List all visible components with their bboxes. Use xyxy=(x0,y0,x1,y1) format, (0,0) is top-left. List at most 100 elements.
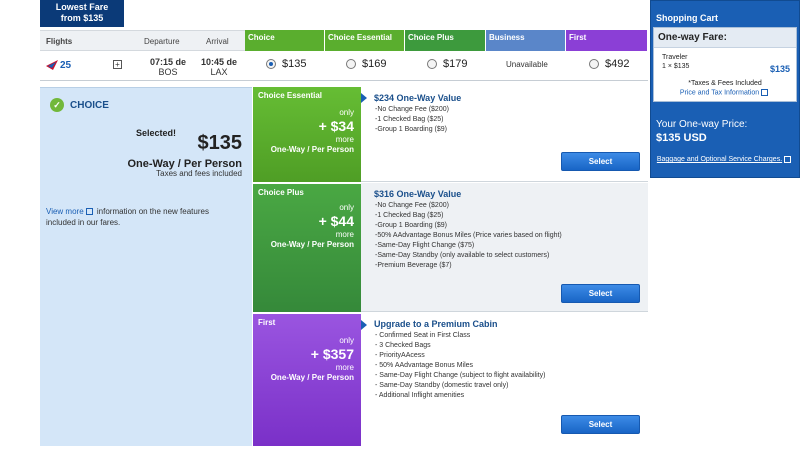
fare-price: $169 xyxy=(362,58,387,70)
offer-benefit: - 3 Checked Bags xyxy=(375,342,431,349)
offer-benefit: -1 Checked Bag ($25) xyxy=(375,116,444,123)
cart-summary: One-way Fare: Traveler 1 × $135 $135 *Ta… xyxy=(653,27,797,102)
departure-time: 07:15 de xyxy=(149,57,187,67)
check-icon: ✓ xyxy=(50,98,64,112)
cart-fare-heading: One-way Fare: xyxy=(654,28,796,48)
fare-column-choice-essential: Choice Essential xyxy=(325,30,405,51)
offer-benefit: -Premium Beverage ($7) xyxy=(375,262,452,269)
offer-benefit: - Additional Inflight amenities xyxy=(375,392,465,399)
select-first-button[interactable]: Select xyxy=(561,415,640,434)
offer-benefit: -Group 1 Boarding ($9) xyxy=(375,222,447,229)
lowest-fare-price: from $135 xyxy=(60,13,104,23)
offer-benefit: -Same-Day Standby (only available to sel… xyxy=(375,252,550,259)
cart-total: $135 xyxy=(769,64,790,74)
offer-details-first: Upgrade to a Premium Cabin - Confirmed S… xyxy=(361,313,648,446)
fare-column-choice-plus: Choice Plus xyxy=(405,30,486,51)
offer-benefit: -No Change Fee ($200) xyxy=(375,202,449,209)
offer-amount: + $34 xyxy=(318,118,354,134)
fare-price: $179 xyxy=(443,58,468,70)
offer-more: more xyxy=(335,363,354,372)
lowest-fare-label: Lowest Fare xyxy=(55,2,109,12)
offer-title: Upgrade to a Premium Cabin xyxy=(374,319,498,329)
fare-column-label: Choice xyxy=(248,33,275,42)
offer-benefit: -50% AAdvantage Bonus Miles (Price varie… xyxy=(375,232,562,239)
fare-option-choice-plus[interactable]: $179 xyxy=(427,58,467,70)
offer-name: First xyxy=(258,318,276,327)
offer-title: $316 One-Way Value xyxy=(374,189,462,199)
offer-tile-choice-plus: Choice Plus only + $44 more One-Way / Pe… xyxy=(253,184,361,312)
choice-panel: ✓ CHOICE Selected! $135 One-Way / Per Pe… xyxy=(40,87,252,446)
radio-icon[interactable] xyxy=(589,59,599,69)
offer-benefit: - 50% AAdvantage Bonus Miles xyxy=(375,362,474,369)
fare-column-choice: Choice xyxy=(245,30,325,51)
offer-more: more xyxy=(335,135,354,144)
baggage-charges-link[interactable]: Baggage and Optional Service Charges. xyxy=(651,155,799,165)
offer-per-person: One-Way / Per Person xyxy=(270,240,354,249)
expand-details-icon[interactable]: + xyxy=(113,60,122,69)
offer-only: only xyxy=(339,336,354,345)
cart-oneway-price: $135 USD xyxy=(656,132,707,144)
selected-price: $135 xyxy=(197,132,243,154)
fare-column-first: First xyxy=(566,30,648,51)
cart-title: Shopping Cart xyxy=(656,13,718,23)
fare-column-label: Choice Plus xyxy=(408,33,454,42)
offer-benefit: -1 Checked Bag ($25) xyxy=(375,212,444,219)
offer-benefit: - Same-Day Flight Change (subject to fli… xyxy=(375,372,546,379)
fare-price: $135 xyxy=(282,58,307,70)
fare-option-choice-essential[interactable]: $169 xyxy=(346,58,386,70)
offer-benefit: - Confirmed Seat in First Class xyxy=(375,332,471,339)
offer-benefit: - PriorityAAcess xyxy=(375,352,425,359)
offer-per-person: One-Way / Per Person xyxy=(270,373,354,382)
radio-icon[interactable] xyxy=(346,59,356,69)
external-link-icon[interactable] xyxy=(784,155,792,163)
arrival-cell: 10:45 de LAX xyxy=(195,57,243,77)
cart-oneway-label: Your One-way Price: xyxy=(656,119,748,130)
offer-benefit-list: -No Change Fee ($200) -1 Checked Bag ($2… xyxy=(375,201,562,271)
fare-column-label: Choice Essential xyxy=(328,33,393,42)
baggage-charges-link-text[interactable]: Baggage and Optional Service Charges. xyxy=(657,156,782,163)
select-choice-plus-button[interactable]: Select xyxy=(561,284,640,303)
offer-benefit: -Same-Day Flight Change ($75) xyxy=(375,242,475,249)
external-link-icon[interactable] xyxy=(761,89,769,96)
departure-cell: 07:15 de BOS xyxy=(144,57,192,77)
view-more-link[interactable]: View more xyxy=(46,207,84,216)
fare-column-label: Business xyxy=(489,33,525,42)
offer-more: more xyxy=(335,230,354,239)
offer-only: only xyxy=(339,203,354,212)
arrival-airport: LAX xyxy=(210,67,228,77)
select-choice-essential-button[interactable]: Select xyxy=(561,152,640,171)
fare-option-first[interactable]: $492 xyxy=(589,58,629,70)
flight-number-link[interactable]: 25 xyxy=(60,60,71,71)
departure-airport: BOS xyxy=(158,67,178,77)
price-tax-info-link-text[interactable]: Price and Tax Information xyxy=(680,89,759,96)
offer-tile-choice-essential: Choice Essential only + $34 more One-Way… xyxy=(253,87,361,182)
fare-option-choice[interactable]: $135 xyxy=(266,58,306,70)
shopping-cart: Shopping Cart One-way Fare: Traveler 1 ×… xyxy=(650,0,800,178)
cart-traveler-label: Traveler xyxy=(662,54,688,61)
radio-icon[interactable] xyxy=(427,59,437,69)
fare-business-unavailable: Unavailable xyxy=(506,60,548,69)
departure-header: Departure xyxy=(144,37,180,46)
arrival-time: 10:45 de xyxy=(200,57,238,67)
flight-table-header: Flights Departure Arrival xyxy=(40,30,245,51)
view-more-text: View more information on the new feature… xyxy=(46,206,236,228)
lowest-fare-tab[interactable]: Lowest Fare from $135 xyxy=(40,0,124,27)
offer-name: Choice Essential xyxy=(258,91,323,100)
offer-tile-first: First only + $357 more One-Way / Per Per… xyxy=(253,314,361,446)
offer-details-choice-plus: $316 One-Way Value -No Change Fee ($200)… xyxy=(361,183,648,312)
offer-details-choice-essential: $234 One-Way Value -No Change Fee ($200)… xyxy=(361,87,648,182)
offer-benefit-list: - Confirmed Seat in First Class - 3 Chec… xyxy=(375,331,545,401)
flights-header: Flights xyxy=(46,37,73,46)
cart-taxes-note: *Taxes & Fees Included xyxy=(688,80,762,87)
offer-benefit: - Same-Day Standby (domestic travel only… xyxy=(375,382,509,389)
offer-benefit-list: -No Change Fee ($200) -1 Checked Bag ($2… xyxy=(375,105,449,135)
page: Lowest Fare from $135 Flights Departure … xyxy=(0,0,800,450)
cart-traveler-price: 1 × $135 xyxy=(662,63,690,70)
radio-selected-icon[interactable] xyxy=(266,59,276,69)
flight-row: 25 + 07:15 de BOS 10:45 de LAX $135 $169… xyxy=(40,51,648,81)
selected-label: Selected! xyxy=(135,128,176,138)
external-link-icon[interactable] xyxy=(85,208,93,216)
offer-benefit: -No Change Fee ($200) xyxy=(375,106,449,113)
choice-title: CHOICE xyxy=(70,100,109,111)
price-tax-info-link[interactable]: Price and Tax Information xyxy=(654,89,796,96)
